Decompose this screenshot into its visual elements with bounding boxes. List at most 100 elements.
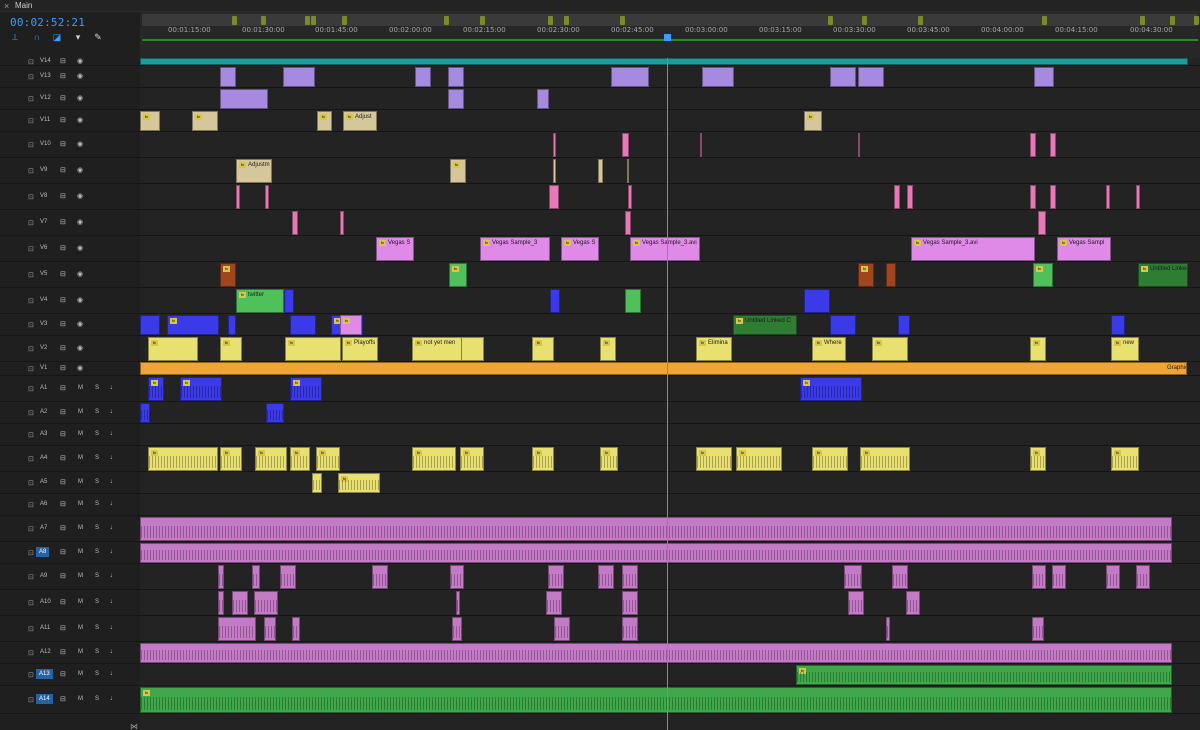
audio-clip[interactable] <box>554 617 570 641</box>
track-lane-v8[interactable] <box>140 184 1200 210</box>
sync-lock-icon[interactable]: ⊟ <box>60 57 66 65</box>
microphone-icon[interactable]: ♩ <box>110 548 117 555</box>
video-clip[interactable] <box>858 67 884 87</box>
sync-lock-icon[interactable]: ⊟ <box>60 244 66 252</box>
sequence-marker[interactable] <box>862 16 867 25</box>
video-clip[interactable]: fx <box>872 337 908 361</box>
video-clip[interactable] <box>627 159 629 183</box>
lock-icon[interactable]: ⊡ <box>28 501 34 509</box>
audio-clip[interactable] <box>372 565 388 589</box>
snap-icon[interactable]: ⟂ <box>10 32 20 42</box>
video-clip[interactable]: fx <box>167 315 219 335</box>
track-lane-a4[interactable]: fx fx fx fx fx fx fx fx fx fx fx fx fx fx fx <box>140 446 1200 472</box>
audio-clip[interactable]: fx <box>736 447 782 471</box>
video-clip[interactable]: fx <box>192 111 218 131</box>
solo-button[interactable]: S <box>95 599 99 605</box>
audio-clip[interactable]: fx <box>220 447 242 471</box>
eye-icon[interactable]: ◉ <box>77 94 83 102</box>
track-lane-a8[interactable] <box>140 542 1200 564</box>
video-clip[interactable] <box>236 185 240 209</box>
sync-lock-icon[interactable]: ⊟ <box>60 548 66 556</box>
solo-button[interactable]: S <box>95 549 99 555</box>
video-clip[interactable] <box>228 315 236 335</box>
video-clip[interactable]: fx new <box>1111 337 1139 361</box>
audio-clip[interactable] <box>218 591 224 615</box>
video-clip[interactable] <box>1050 133 1056 157</box>
track-name[interactable]: A14 <box>36 694 53 704</box>
audio-clip[interactable] <box>280 565 296 589</box>
track-name[interactable]: V10 <box>40 141 51 147</box>
sequence-marker[interactable] <box>1042 16 1047 25</box>
mute-button[interactable]: M <box>78 599 83 605</box>
eye-icon[interactable]: ◉ <box>77 270 83 278</box>
solo-button[interactable]: S <box>95 455 99 461</box>
track-lane-v9[interactable]: fx Adjustm fx <box>140 158 1200 184</box>
audio-clip[interactable] <box>140 403 150 423</box>
video-clip[interactable]: fx <box>285 337 341 361</box>
sync-lock-icon[interactable]: ⊟ <box>60 500 66 508</box>
video-clip[interactable] <box>625 211 631 235</box>
track-name[interactable]: V5 <box>40 271 47 277</box>
track-lane-v10[interactable] <box>140 132 1200 158</box>
sequence-tab[interactable]: Main <box>15 0 32 12</box>
sequence-marker[interactable] <box>620 16 625 25</box>
lock-icon[interactable]: ⊡ <box>28 58 34 66</box>
eye-icon[interactable]: ◉ <box>77 166 83 174</box>
mute-button[interactable]: M <box>78 525 83 531</box>
eye-icon[interactable]: ◉ <box>77 116 83 124</box>
video-clip[interactable]: fx <box>148 337 198 361</box>
playhead-line[interactable] <box>667 58 668 730</box>
lock-icon[interactable]: ⊡ <box>28 365 34 373</box>
audio-clip[interactable] <box>140 543 1172 563</box>
lock-icon[interactable]: ⊡ <box>28 345 34 353</box>
video-clip[interactable] <box>265 185 269 209</box>
video-clip[interactable] <box>550 289 560 313</box>
eye-icon[interactable]: ◉ <box>77 218 83 226</box>
microphone-icon[interactable]: ♩ <box>110 624 117 631</box>
track-name[interactable]: V2 <box>40 345 47 351</box>
solo-button[interactable]: S <box>95 385 99 391</box>
video-clip[interactable]: fx Where <box>812 337 846 361</box>
video-clip[interactable] <box>220 89 268 109</box>
audio-clip[interactable]: fx <box>290 377 322 401</box>
video-clip[interactable]: fx Vegas Sample_3.avi <box>911 237 1035 261</box>
audio-clip[interactable]: fx <box>800 377 862 401</box>
sequence-marker[interactable] <box>342 16 347 25</box>
solo-button[interactable]: S <box>95 696 99 702</box>
video-clip[interactable]: fx Untitled Linked C <box>733 315 797 335</box>
eye-icon[interactable]: ◉ <box>77 244 83 252</box>
eye-icon[interactable]: ◉ <box>77 344 83 352</box>
microphone-icon[interactable]: ♩ <box>110 408 117 415</box>
video-clip[interactable]: fx <box>1033 263 1053 287</box>
video-clip[interactable] <box>830 67 856 87</box>
lock-icon[interactable]: ⊡ <box>28 297 34 305</box>
track-lane-v4[interactable]: fx twitter <box>140 288 1200 314</box>
video-clip[interactable] <box>611 67 649 87</box>
microphone-icon[interactable]: ♩ <box>110 524 117 531</box>
sequence-marker[interactable] <box>564 16 569 25</box>
audio-clip[interactable] <box>312 473 322 493</box>
audio-clip[interactable]: fx <box>812 447 848 471</box>
audio-clip[interactable]: fx <box>316 447 340 471</box>
video-clip[interactable] <box>598 159 603 183</box>
sequence-marker[interactable] <box>1140 16 1145 25</box>
sync-lock-icon[interactable]: ⊟ <box>60 218 66 226</box>
lock-icon[interactable]: ⊡ <box>28 141 34 149</box>
microphone-icon[interactable]: ♩ <box>110 598 117 605</box>
audio-clip[interactable] <box>292 617 300 641</box>
audio-clip[interactable]: fx <box>1111 447 1139 471</box>
track-name[interactable]: V13 <box>40 73 51 79</box>
video-clip[interactable]: fx <box>449 263 467 287</box>
mute-button[interactable]: M <box>78 455 83 461</box>
solo-button[interactable]: S <box>95 525 99 531</box>
track-lane-a1[interactable]: fx fx fx fx <box>140 376 1200 402</box>
audio-clip[interactable] <box>140 643 1172 663</box>
video-clip[interactable] <box>858 133 860 157</box>
video-clip[interactable]: fx <box>532 337 554 361</box>
audio-clip[interactable] <box>264 617 276 641</box>
close-tab-icon[interactable]: × <box>4 0 9 12</box>
sync-lock-icon[interactable]: ⊟ <box>60 384 66 392</box>
eye-icon[interactable]: ◉ <box>77 320 83 328</box>
solo-button[interactable]: S <box>95 431 99 437</box>
flag-icon[interactable]: ▾ <box>73 32 83 42</box>
